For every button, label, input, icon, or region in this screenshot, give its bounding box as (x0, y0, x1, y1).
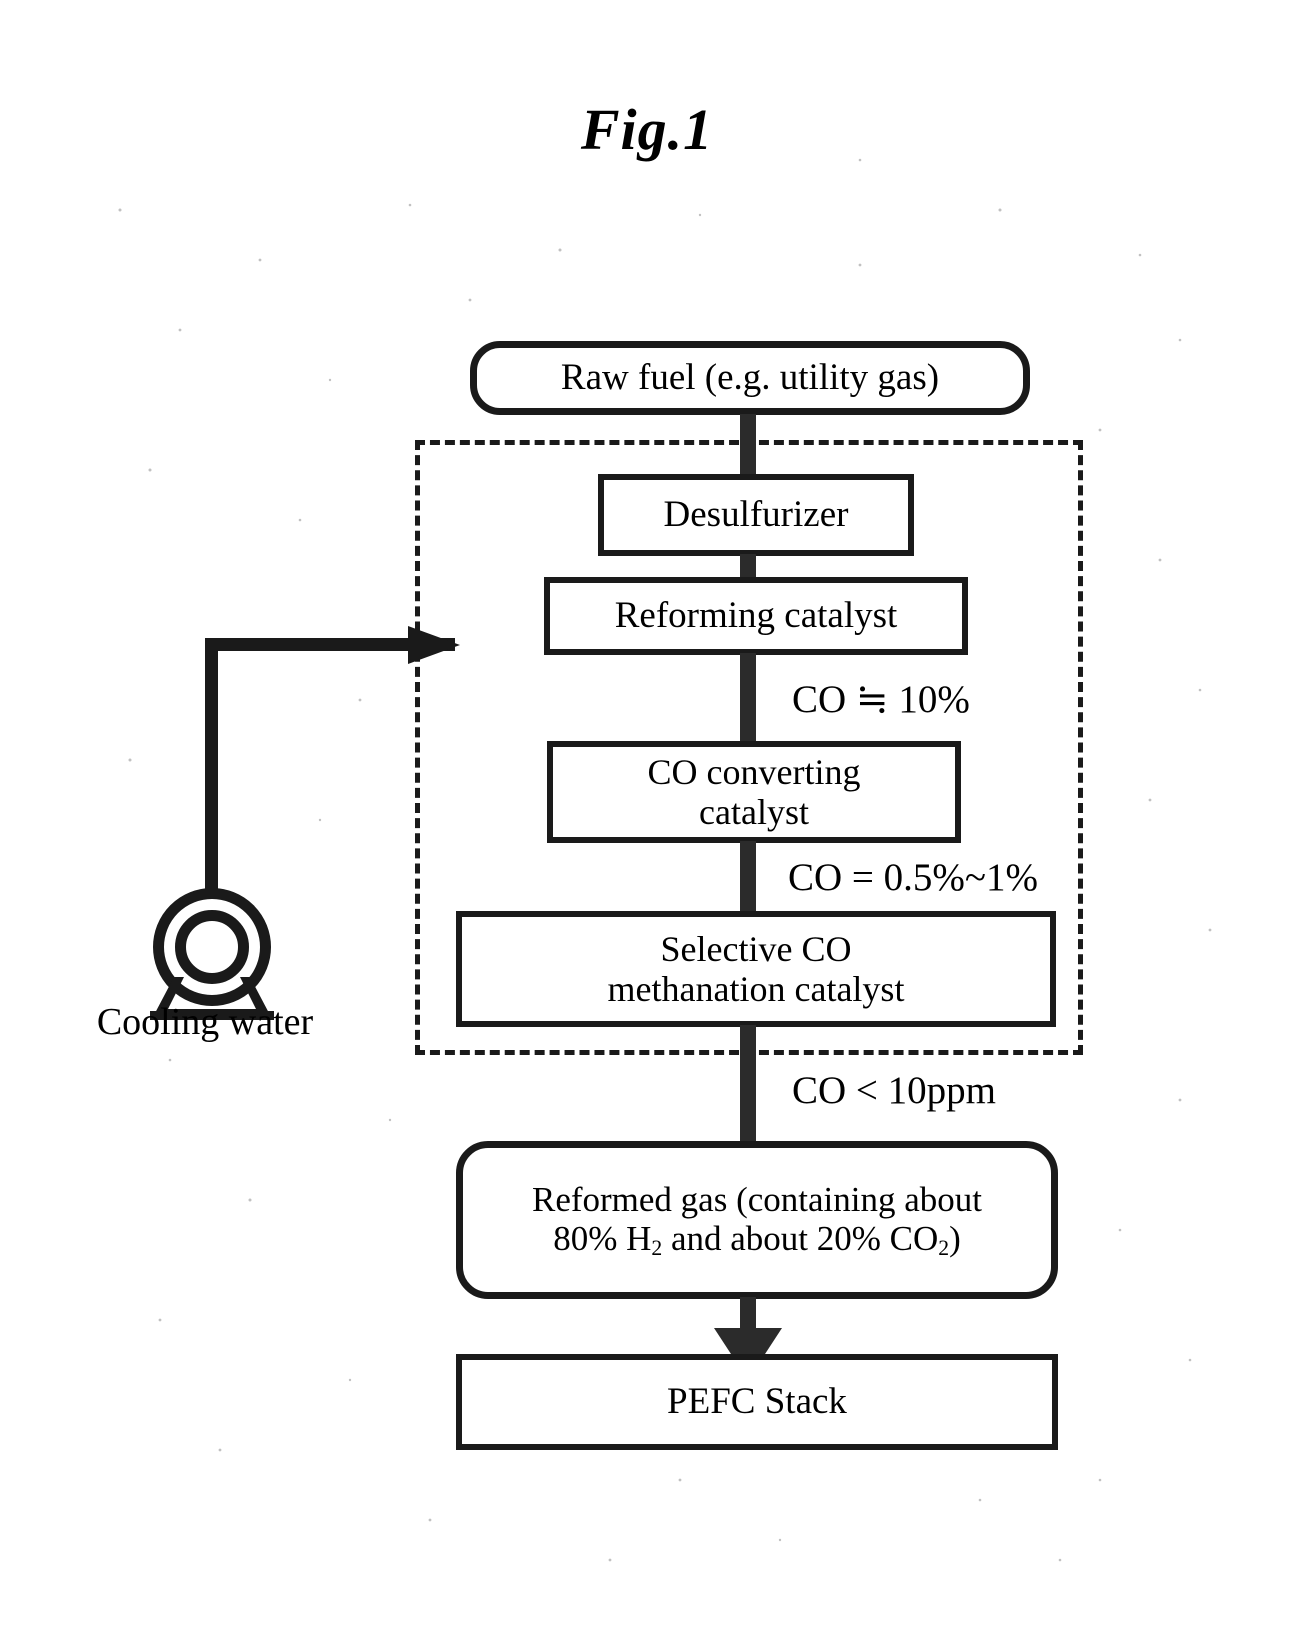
connector-rawfuel-to-desulfurizer (740, 414, 756, 476)
figure-title: Fig.1 (580, 97, 714, 162)
desulfurizer-label: Desulfurizer (663, 494, 849, 536)
reformed-gas-h2-subscript: 2 (651, 1235, 663, 1260)
connector-methanation-to-reformed-gas (740, 1025, 756, 1143)
co-converting-label-line2: catalyst (699, 792, 809, 832)
pump-inner-ring-icon (175, 910, 249, 984)
pefc-stack-box: PEFC Stack (456, 1354, 1058, 1450)
connector-reforming-to-co-converting (740, 653, 756, 743)
flow-label-after-reforming: CO ≒ 10% (792, 678, 970, 721)
cooling-water-label: Cooling water (96, 1001, 314, 1043)
methanation-label-line1: Selective CO (660, 928, 852, 969)
reforming-catalyst-box: Reforming catalyst (544, 577, 968, 655)
reforming-catalyst-label: Reforming catalyst (614, 595, 898, 637)
connector-desulfurizer-to-reforming (740, 554, 756, 579)
cooling-water-pipe-vertical (205, 638, 218, 893)
pefc-stack-label: PEFC Stack (667, 1381, 847, 1423)
connector-reformed-gas-to-pefc (740, 1297, 756, 1331)
flow-label-after-co-converting: CO = 0.5%~1% (788, 856, 1038, 899)
reformed-gas-box: Reformed gas (containing about 80% H2 an… (456, 1141, 1058, 1299)
figure-page: Fig.1 Raw fuel (e.g. utility gas) Desulf… (0, 0, 1294, 1642)
reformed-gas-label-line1: Reformed gas (containing about (531, 1179, 982, 1219)
selective-co-methanation-catalyst-box: Selective CO methanation catalyst (456, 911, 1056, 1027)
raw-fuel-box: Raw fuel (e.g. utility gas) (470, 341, 1030, 415)
desulfurizer-box: Desulfurizer (598, 474, 914, 556)
co-converting-label-line1: CO converting (647, 751, 861, 792)
co-converting-catalyst-box: CO converting catalyst (547, 741, 961, 843)
reformed-gas-co2-subscript: 2 (938, 1235, 950, 1260)
raw-fuel-label: Raw fuel (e.g. utility gas) (560, 357, 940, 399)
reformed-gas-h2-prefix: 80% H (553, 1219, 652, 1259)
reformed-gas-label-line2: 80% H2 and about 20% CO2) (553, 1219, 961, 1260)
reformed-gas-co2-prefix: and about 20% CO (662, 1219, 939, 1259)
cooling-water-arrowhead-icon (408, 626, 460, 664)
reformed-gas-close-paren: ) (949, 1219, 961, 1259)
cooling-water-pump-group (140, 620, 460, 1050)
connector-co-converting-to-methanation (740, 841, 756, 913)
flow-label-after-methanation: CO < 10ppm (792, 1069, 997, 1112)
methanation-label-line2: methanation catalyst (607, 969, 905, 1009)
